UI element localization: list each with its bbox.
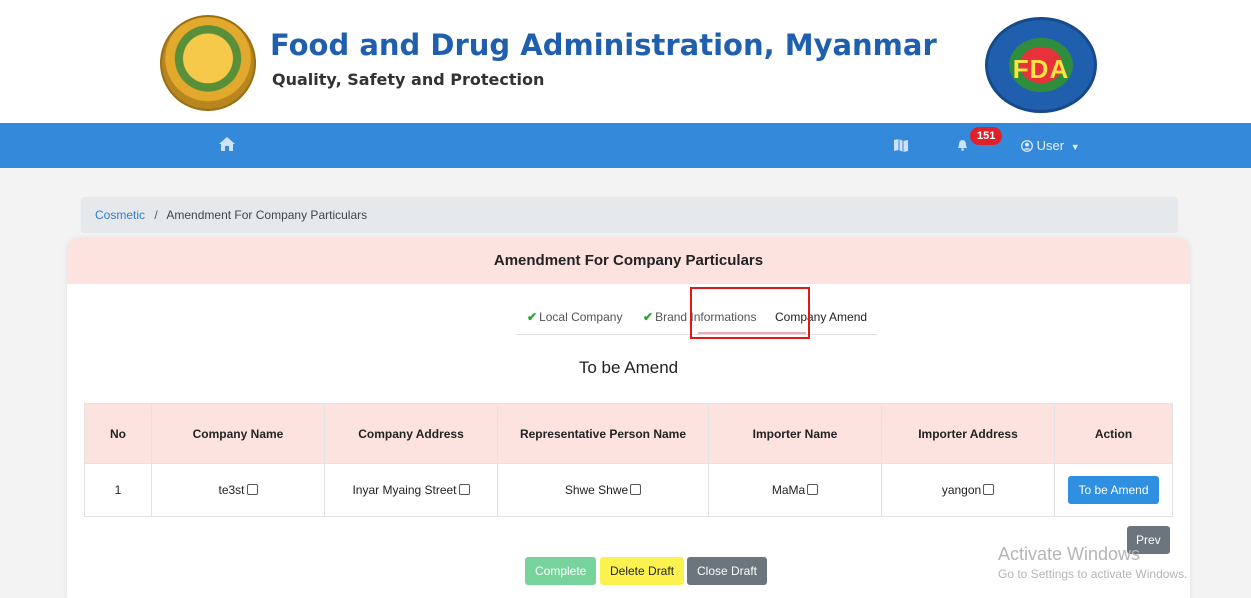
fda-logo: FDA [985,17,1097,113]
breadcrumb: Cosmetic / Amendment For Company Particu… [81,197,1178,233]
cell-importer-address: yangon [881,463,1055,517]
importer-name-value: MaMa [771,483,806,497]
cell-no: 1 [84,463,152,517]
user-label: User [1036,138,1065,153]
cell-rep-name: Shwe Shwe [497,463,709,517]
complete-button[interactable]: Complete [525,557,597,585]
company-name-checkbox[interactable] [246,484,258,495]
site-header: Food and Drug Administration, Myanmar Qu… [0,0,1251,123]
ministry-logo [160,15,256,111]
caret-down-icon: ▼ [1070,142,1080,152]
cell-action: To be Amend [1054,463,1173,517]
breadcrumb-current: Amendment For Company Particulars [166,208,368,222]
delete-draft-button[interactable]: Delete Draft [600,557,685,585]
importer-address-checkbox[interactable] [983,484,995,495]
amend-table: No Company Name Company Address Represen… [84,403,1173,517]
tab-local-company-label: Local Company [539,310,623,324]
col-company-address: Company Address [324,403,498,464]
cell-company-address: Inyar Myaing Street [324,463,498,517]
importer-name-checkbox[interactable] [807,484,819,495]
check-icon: ✔ [527,310,538,324]
site-subtitle: Quality, Safety and Protection [272,70,545,89]
rep-name-checkbox[interactable] [630,484,642,495]
cell-importer-name: MaMa [708,463,882,517]
importer-address-value: yangon [941,483,982,497]
highlight-box [690,287,810,339]
col-importer-name: Importer Name [708,403,882,464]
cell-company-name: te3st [151,463,325,517]
notification-badge[interactable]: 151 [970,127,1003,145]
col-action: Action [1054,403,1173,464]
user-circle-icon [1021,138,1037,153]
company-name-value: te3st [218,483,245,497]
section-title: To be Amend [578,358,679,377]
table-row: 1 te3st Inyar Myaing Street Shwe Shwe Ma… [84,463,1173,517]
site-title: Food and Drug Administration, Myanmar [270,28,937,62]
check-icon: ✔ [643,310,654,324]
breadcrumb-cosmetic-link[interactable]: Cosmetic [95,208,145,222]
card-title: Amendment For Company Particulars [67,238,1190,284]
home-icon[interactable] [218,123,236,168]
col-company-name: Company Name [151,403,325,464]
col-no: No [84,403,152,464]
close-draft-button[interactable]: Close Draft [687,557,768,585]
breadcrumb-separator: / [154,208,158,222]
col-representative-person-name: Representative Person Name [497,403,709,464]
col-importer-address: Importer Address [881,403,1055,464]
to-be-amend-button[interactable]: To be Amend [1068,476,1159,504]
tab-local-company[interactable]: ✔ Local Company [527,304,622,334]
company-address-value: Inyar Myaing Street [352,483,457,497]
table-header-row: No Company Name Company Address Represen… [84,403,1173,464]
map-book-icon[interactable] [893,123,909,168]
activate-windows-watermark: Activate Windows [998,544,1141,564]
activate-windows-hint: Go to Settings to activate Windows. [998,567,1188,581]
user-menu[interactable]: User ▼ [1021,123,1080,168]
bell-icon[interactable] [957,123,968,168]
fda-logo-text: FDA [1012,54,1070,84]
company-address-checkbox[interactable] [458,484,470,495]
rep-name-value: Shwe Shwe [564,483,629,497]
